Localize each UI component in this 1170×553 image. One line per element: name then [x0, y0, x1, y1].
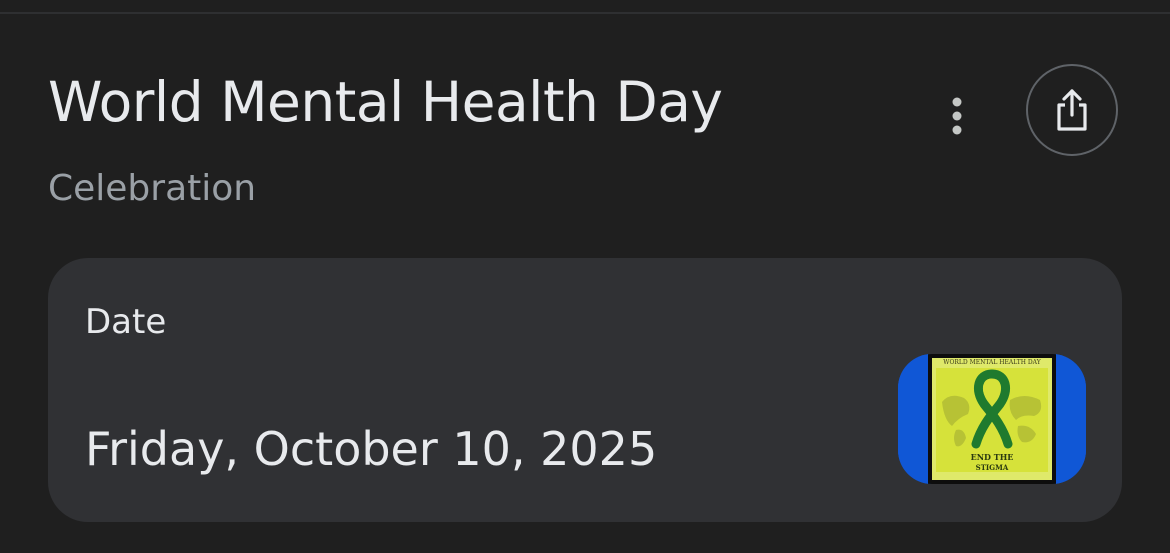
share-button[interactable] — [1026, 64, 1118, 156]
date-label: Date — [85, 302, 167, 342]
event-type: Celebration — [48, 168, 257, 209]
event-detail-page: World Mental Health Day Celebration Date… — [0, 0, 1170, 553]
event-title: World Mental Health Day — [48, 70, 723, 134]
date-card[interactable]: Date Friday, October 10, 2025 WORLD MENT… — [48, 258, 1122, 522]
share-icon — [1057, 89, 1087, 131]
poster-line-2: STIGMA — [976, 463, 1009, 472]
more-vert-icon — [952, 97, 962, 135]
event-thumbnail[interactable]: WORLD MENTAL HEALTH DAY END THE STIGMA — [898, 354, 1086, 484]
poster-header-text: WORLD MENTAL HEALTH DAY — [943, 359, 1041, 366]
world-mental-health-day-poster: WORLD MENTAL HEALTH DAY END THE STIGMA — [898, 354, 1086, 484]
more-options-button[interactable] — [932, 90, 982, 142]
poster-line-1: END THE — [971, 452, 1014, 462]
event-date: Friday, October 10, 2025 — [85, 422, 658, 476]
top-divider — [0, 12, 1170, 14]
